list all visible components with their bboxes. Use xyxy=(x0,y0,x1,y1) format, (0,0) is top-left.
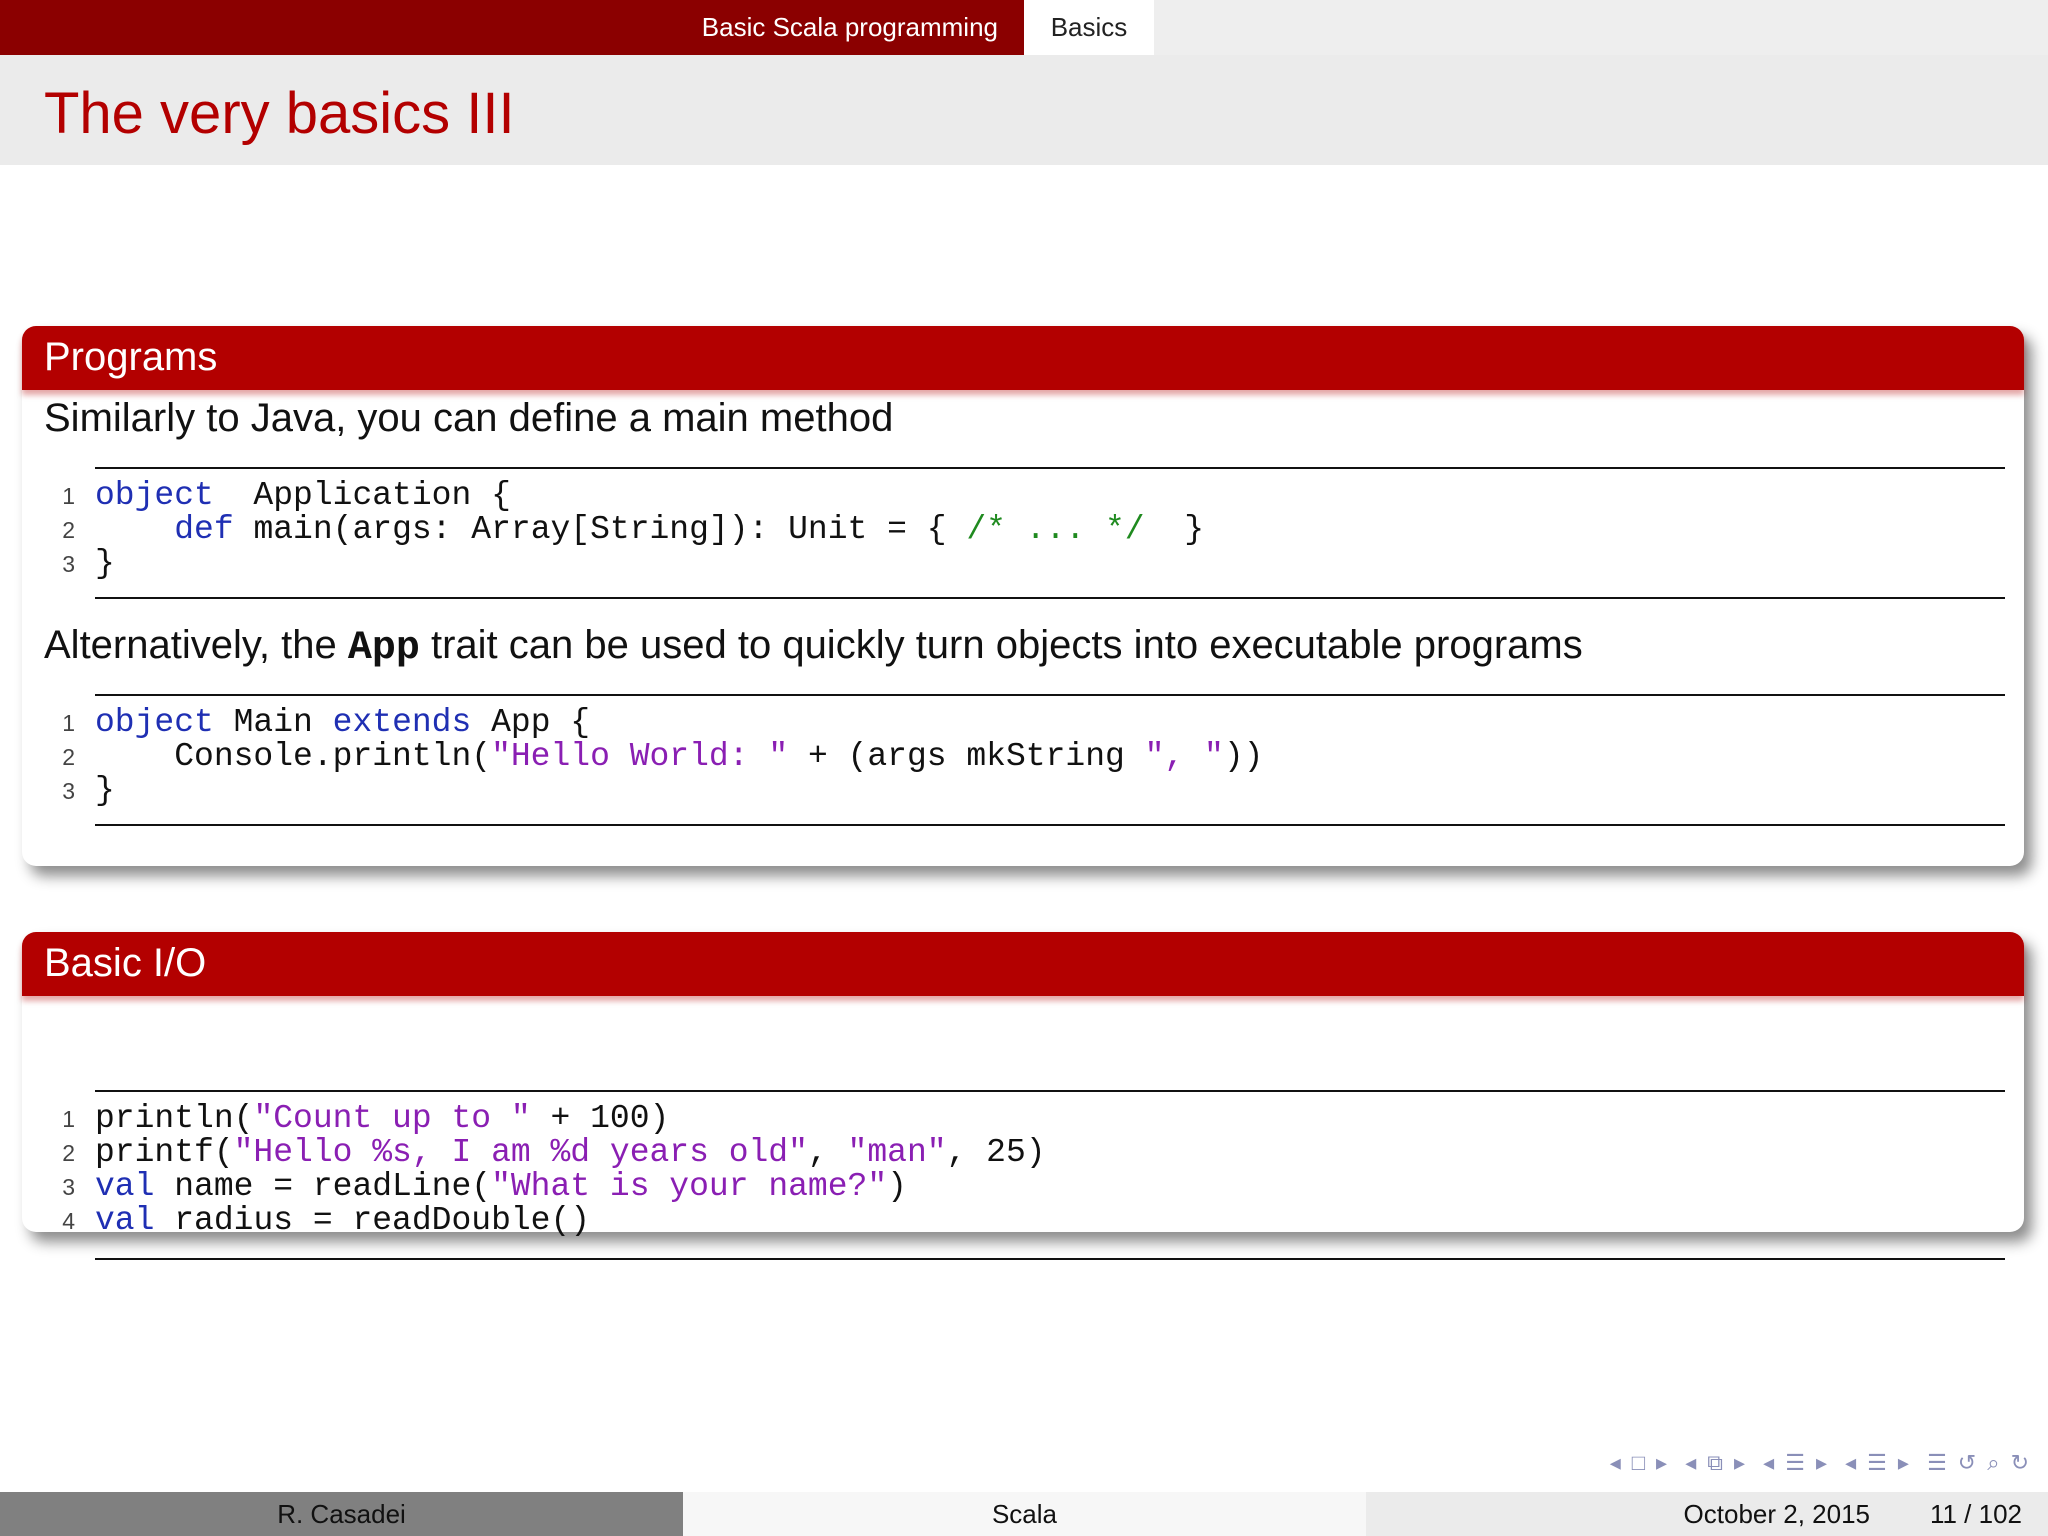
arrow-left-icon[interactable]: ◂ xyxy=(1610,1450,1622,1475)
code-line: 2 Console.println("Hello World: " + (arg… xyxy=(62,738,2005,775)
code-text: )) xyxy=(1223,738,1264,775)
arrow-left-icon[interactable]: ◂ xyxy=(1685,1450,1697,1475)
page-number: 11 / 102 xyxy=(1929,1499,2022,1529)
code-text: + (args mkString xyxy=(788,738,1145,775)
frame-icon[interactable]: □ xyxy=(1632,1450,1646,1475)
alt-text-before: Alternatively, the xyxy=(44,623,348,667)
code-line: 1 println("Count up to " + 100) xyxy=(62,1100,2005,1137)
code-text: ) xyxy=(887,1168,907,1205)
nav-section-label: Basic Scala programming xyxy=(701,12,998,42)
code-line: 1 object Main extends App { xyxy=(62,704,2005,741)
code-text: + 100) xyxy=(530,1100,670,1137)
programs-block: Programs Similarly to Java, you can defi… xyxy=(22,326,2024,866)
line-number: 1 xyxy=(62,483,75,509)
alt-text-after: trait can be used to quickly turn object… xyxy=(419,623,1583,667)
redo-icon[interactable]: ↻ xyxy=(2011,1450,2030,1475)
code-text: Main xyxy=(213,704,333,741)
code-listing-main-method: 1 object Application {2 def main(args: Ar… xyxy=(62,467,2005,599)
code-string: ", " xyxy=(1144,738,1224,775)
basic-io-block-title: Basic I/O xyxy=(22,932,2024,996)
code-keyword: object xyxy=(95,704,214,741)
line-number: 3 xyxy=(62,551,75,577)
code-keyword: def xyxy=(174,511,234,548)
arrow-left-icon[interactable]: ◂ xyxy=(1845,1450,1857,1475)
line-number: 1 xyxy=(62,1106,75,1132)
code-text: App { xyxy=(471,704,591,741)
line-number: 1 xyxy=(62,710,75,736)
app-trait-keyword: App xyxy=(347,626,420,671)
search-icon[interactable]: ⌕ xyxy=(1987,1450,2000,1475)
code-string: "Count up to " xyxy=(253,1100,531,1137)
code-comment: /* ... */ xyxy=(966,511,1145,548)
footer-title: Scala xyxy=(683,1492,1366,1536)
code-line: 3} xyxy=(62,545,2005,582)
doc-end-icon[interactable]: ☰ xyxy=(1927,1450,1948,1475)
code-text: Application { xyxy=(213,477,511,514)
arrow-right-icon[interactable]: ▸ xyxy=(1816,1450,1828,1475)
code-line: 3} xyxy=(62,772,2005,809)
code-text: main(args: Array[String]): Unit = { xyxy=(233,511,967,548)
code-text: } xyxy=(1144,511,1205,548)
line-number: 4 xyxy=(62,1208,75,1234)
line-number: 2 xyxy=(62,1140,75,1166)
frame-title: The very basics III xyxy=(44,81,515,146)
code-keyword: val xyxy=(95,1202,155,1239)
code-text: radius = readDouble() xyxy=(154,1202,591,1239)
code-string: "What is your name?" xyxy=(491,1168,888,1205)
code-text: println( xyxy=(95,1100,254,1137)
code-text: name = readLine( xyxy=(154,1168,492,1205)
code-text: , 25) xyxy=(946,1134,1046,1171)
nav-subsection-label: Basics xyxy=(1050,12,1128,42)
code-text: printf( xyxy=(95,1134,234,1171)
code-keyword: val xyxy=(95,1168,155,1205)
code-line: 2 def main(args: Array[String]): Unit = … xyxy=(62,511,2005,548)
footer-info: October 2, 2015 11 / 102 xyxy=(1366,1492,2048,1536)
basic-io-block: Basic I/O 1 println("Count up to " + 100)… xyxy=(22,932,2024,1260)
code-line: 2 printf("Hello %s, I am %d years old", "… xyxy=(62,1134,2005,1171)
code-keyword: object xyxy=(95,477,214,514)
arrow-right-icon[interactable]: ▸ xyxy=(1656,1450,1668,1475)
code-text: Console.println( xyxy=(95,738,492,775)
programs-alt-text: Alternatively, the App trait can be used… xyxy=(44,623,1583,671)
footer-author: R. Casadei xyxy=(0,1492,683,1536)
programs-block-title: Programs xyxy=(22,326,2024,390)
code-line: 4 val radius = readDouble() xyxy=(62,1202,2005,1239)
code-text: } xyxy=(95,772,115,809)
footer-bar: R. Casadei Scala October 2, 2015 11 / 10… xyxy=(0,1492,2048,1536)
code-line: 1 object Application { xyxy=(62,477,2005,514)
code-string: "Hello World: " xyxy=(491,738,789,775)
code-text: } xyxy=(95,545,115,582)
programs-intro-text: Similarly to Java, you can define a main… xyxy=(44,396,894,440)
doc-icon[interactable]: ☰ xyxy=(1867,1450,1888,1475)
arrow-right-icon[interactable]: ▸ xyxy=(1734,1450,1746,1475)
arrow-right-icon[interactable]: ▸ xyxy=(1898,1450,1910,1475)
arrow-left-icon[interactable]: ◂ xyxy=(1763,1450,1775,1475)
nav-section-link[interactable]: Basic Scala programming xyxy=(702,0,1024,55)
header-navigation-bar: Basic Scala programming Basics xyxy=(0,0,2048,55)
code-listing-basic-io: 1 println("Count up to " + 100) 2 printf("H… xyxy=(62,1090,2005,1260)
section-icon[interactable]: ☰ xyxy=(1785,1450,1806,1475)
line-number: 3 xyxy=(62,1174,75,1200)
line-number: 2 xyxy=(62,517,75,543)
line-number: 2 xyxy=(62,744,75,770)
code-line: 3 val name = readLine("What is your name?… xyxy=(62,1168,2005,1205)
code-listing-app-trait: 1 object Main extends App {2 Console.prin… xyxy=(62,694,2005,826)
code-string: "Hello %s, I am %d years old" xyxy=(233,1134,808,1171)
undo-icon[interactable]: ↺ xyxy=(1958,1450,1977,1475)
code-keyword: extends xyxy=(332,704,472,741)
footer-date: October 2, 2015 xyxy=(1683,1499,1870,1529)
code-text: , xyxy=(807,1134,848,1171)
navigation-symbols: ◂ □ ▸ ◂ ⧉ ▸ ◂ ☰ ▸ ◂ ☰ ▸ ☰ ↺ ⌕ ↻ xyxy=(1600,1450,2030,1480)
frame-title-bar: The very basics III xyxy=(0,55,2048,165)
subsection-icon[interactable]: ⧉ xyxy=(1707,1450,1724,1475)
code-string: "man" xyxy=(847,1134,947,1171)
nav-subsection-link[interactable]: Basics xyxy=(1024,0,1154,55)
line-number: 3 xyxy=(62,778,75,804)
